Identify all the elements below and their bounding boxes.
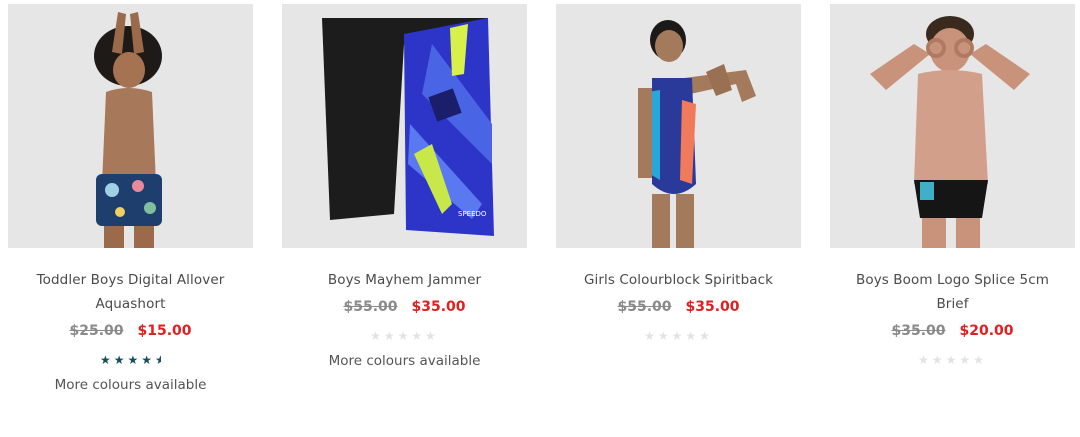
- rating-stars: ★★★★★: [282, 329, 527, 345]
- product-title[interactable]: Girls Colourblock Spiritback: [556, 268, 801, 292]
- star-icon: ★: [959, 353, 974, 367]
- product-title[interactable]: Boys Mayhem Jammer: [282, 268, 527, 292]
- star-icon: ★: [644, 329, 658, 343]
- more-colours-label: More colours available: [328, 353, 481, 369]
- product-title[interactable]: Boys Boom Logo Splice 5cm Brief: [830, 268, 1075, 316]
- star-icon: ★: [657, 329, 672, 343]
- star-icon: ★: [973, 353, 987, 367]
- star-icon: ★: [99, 353, 114, 367]
- product-grid: Toddler Boys Digital Allover Aquashort $…: [0, 0, 1080, 437]
- product-image[interactable]: [830, 4, 1075, 248]
- star-icon: ★: [918, 353, 932, 367]
- star-icon: ★: [127, 353, 142, 367]
- product-card[interactable]: Toddler Boys Digital Allover Aquashort $…: [8, 4, 253, 393]
- product-image[interactable]: [8, 4, 253, 248]
- half-star-icon: ★: [155, 353, 161, 367]
- sale-price: $15.00: [137, 323, 192, 339]
- star-icon: ★: [141, 353, 156, 367]
- product-price: $35.00 $20.00: [830, 323, 1075, 341]
- original-price: $55.00: [617, 299, 672, 315]
- star-icon: ★: [685, 329, 700, 343]
- product-image[interactable]: [556, 4, 801, 248]
- sale-price: $35.00: [685, 299, 740, 315]
- original-price: $35.00: [891, 323, 946, 339]
- product-image[interactable]: SPEEDO: [282, 4, 527, 248]
- rating-stars: ★★★★★: [830, 353, 1075, 369]
- sale-price: $20.00: [959, 323, 1014, 339]
- svg-text:SPEEDO: SPEEDO: [458, 210, 487, 218]
- product-price: $55.00 $35.00: [282, 299, 527, 317]
- star-icon: ★: [699, 329, 713, 343]
- rating-stars: ★★★★★: [8, 353, 253, 369]
- star-icon: ★: [671, 329, 686, 343]
- original-price: $55.00: [343, 299, 398, 315]
- star-icon: ★: [425, 329, 439, 343]
- original-price: $25.00: [69, 323, 124, 339]
- product-card[interactable]: Boys Boom Logo Splice 5cm Brief $35.00 $2…: [830, 4, 1075, 377]
- star-icon: ★: [411, 329, 426, 343]
- star-icon: ★: [931, 353, 946, 367]
- product-price: $25.00 $15.00: [8, 323, 253, 341]
- product-title[interactable]: Toddler Boys Digital Allover Aquashort: [8, 268, 253, 316]
- star-icon: ★: [945, 353, 960, 367]
- star-icon: ★: [383, 329, 398, 343]
- rating-stars: ★★★★★: [556, 329, 801, 345]
- more-colours-label: More colours available: [54, 377, 207, 393]
- product-price: $55.00 $35.00: [556, 299, 801, 317]
- product-card[interactable]: Girls Colourblock Spiritback $55.00 $35.0…: [556, 4, 801, 353]
- star-icon: ★: [113, 353, 128, 367]
- product-card[interactable]: SPEEDO Boys Mayhem Jammer $55.00 $35.00 ★…: [282, 4, 527, 369]
- star-icon: ★: [370, 329, 384, 343]
- star-icon: ★: [397, 329, 412, 343]
- sale-price: $35.00: [411, 299, 466, 315]
